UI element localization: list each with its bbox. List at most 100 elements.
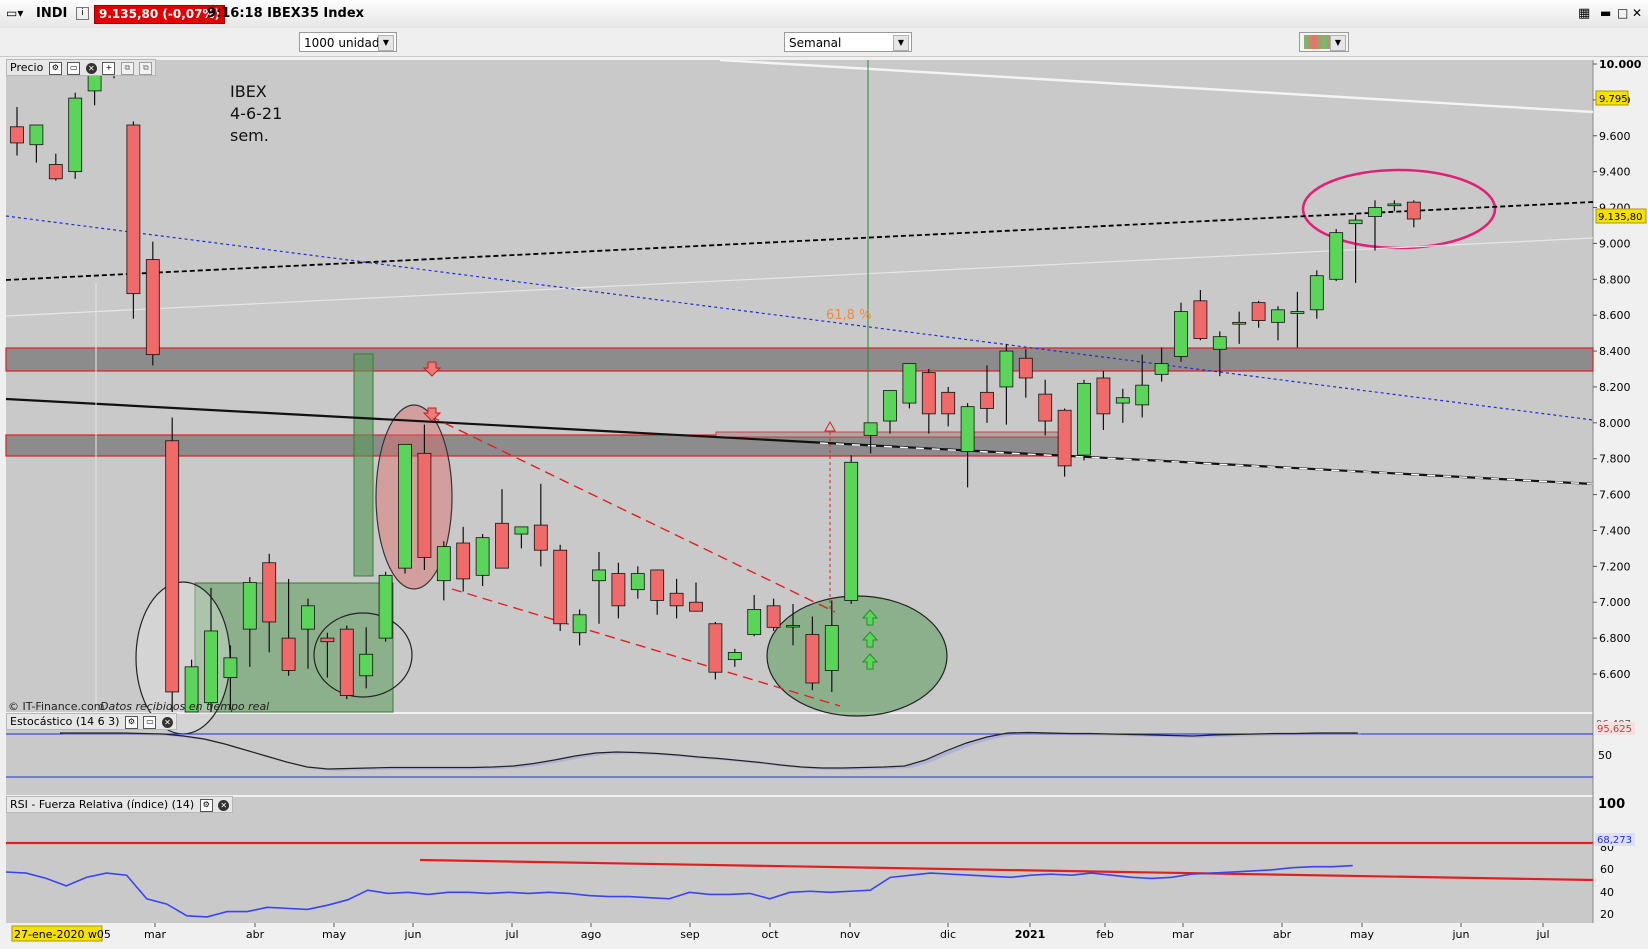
annotation-line-2: 4-6-21: [230, 104, 282, 123]
copy-icon[interactable]: ⧉: [120, 61, 134, 75]
candle-body: [1290, 311, 1305, 314]
keyboard-icon[interactable]: ▦: [1578, 6, 1590, 21]
candle-body: [1387, 203, 1402, 207]
candle-body: [960, 406, 975, 452]
candle-body: [1193, 300, 1208, 339]
rsi-panel-bg: [6, 797, 1593, 923]
price-tick-label: 8.800: [1599, 273, 1631, 286]
fib-label: 61,8 %: [826, 308, 871, 323]
wrench-icon[interactable]: ⚙: [199, 798, 213, 812]
candle-body: [1115, 397, 1130, 404]
candle-body: [456, 542, 471, 580]
candle-body: [339, 628, 354, 696]
rsi-tick-40: 40: [1600, 886, 1614, 899]
stoch-tick-50: 50: [1598, 749, 1612, 762]
candle-body: [48, 164, 63, 180]
candle-body: [475, 537, 490, 576]
close-icon[interactable]: ✕: [161, 716, 173, 728]
plus-icon[interactable]: +: [102, 61, 116, 75]
info-icon[interactable]: i: [76, 7, 89, 20]
close-icon[interactable]: ✕: [218, 799, 230, 811]
price-tick-label: 8.400: [1599, 345, 1631, 358]
candle-body: [1135, 384, 1150, 406]
candle-body: [883, 390, 897, 422]
price-tick-label: 10.000: [1599, 58, 1642, 71]
candle-body: [805, 634, 820, 684]
candle-body: [223, 657, 238, 678]
minimize-icon[interactable]: ▬: [1600, 6, 1611, 20]
toolbar: 1000 unidades ▼ Semanal ▼ ▼: [0, 28, 1648, 57]
price-tick-label: 7.000: [1599, 596, 1631, 609]
price-tick-label: 7.600: [1599, 489, 1631, 502]
candle-body: [1096, 377, 1111, 415]
annotation-line-1: IBEX: [230, 82, 267, 101]
candle-body: [29, 124, 44, 146]
time-and-index: 9:16:18 IBEX35 Index: [207, 6, 365, 21]
candle-body: [1348, 219, 1363, 225]
last-price-badge: 9.135,80 (-0,07%): [94, 5, 225, 24]
candle-body: [747, 609, 762, 635]
price-tick-label: 9.600: [1599, 130, 1631, 143]
window-icon[interactable]: ▭: [67, 61, 81, 75]
candle-body: [398, 443, 412, 569]
candle-body: [262, 562, 277, 623]
candle-body: [281, 637, 296, 671]
candle-body: [1174, 311, 1188, 357]
period-select-value: Semanal: [789, 36, 842, 50]
annotation-line-3: sem.: [230, 126, 269, 145]
resistance-band-8400: [5, 347, 1594, 372]
x-axis-label: jul: [504, 928, 518, 941]
chart-type-button[interactable]: ▼: [1299, 32, 1349, 52]
candle-body: [1057, 409, 1072, 467]
instrument-label[interactable]: INDI: [36, 6, 67, 21]
rsi-marker-value: 68,273: [1597, 835, 1632, 846]
candle-body: [572, 614, 587, 634]
period-select[interactable]: Semanal ▼: [784, 32, 912, 52]
stochastic-panel-label: Estocástico (14 6 3): [10, 715, 120, 728]
chevron-down-icon: ▼: [1330, 35, 1346, 51]
candle-body: [320, 637, 335, 643]
x-axis-label: jul: [1535, 928, 1549, 941]
candle-body: [999, 350, 1014, 388]
window-menu-icon[interactable]: ▭▾: [6, 6, 23, 20]
candle-body: [1271, 309, 1285, 323]
wrench-icon[interactable]: ⚙: [124, 715, 138, 729]
rsi-panel-label: RSI - Fuerza Relativa (índice) (14): [10, 798, 195, 811]
candle-body: [921, 372, 936, 415]
candle-body: [1154, 363, 1169, 375]
candle-body: [708, 623, 723, 673]
rsi-panel-header: RSI - Fuerza Relativa (índice) (14) ⚙ ✕: [6, 796, 234, 813]
close-icon[interactable]: ✕: [85, 62, 97, 74]
x-axis-label: abr: [1273, 928, 1292, 941]
x-axis-label: abr: [246, 928, 265, 941]
band-overlay: [715, 431, 1067, 438]
paste-icon[interactable]: ⧉: [139, 61, 153, 75]
ellipse-green-oct: [766, 595, 948, 717]
stochastic-panel-header: Estocástico (14 6 3) ⚙ ▭ ✕: [6, 713, 177, 730]
candle-body: [1212, 336, 1227, 350]
window-icon[interactable]: ▭: [143, 715, 157, 729]
maximize-icon[interactable]: □: [1617, 6, 1628, 20]
candle-body: [1368, 207, 1382, 217]
candle-body: [165, 440, 180, 693]
x-axis-label: sep: [680, 928, 699, 941]
candle-body: [650, 569, 665, 601]
rsi-tick-60: 60: [1600, 863, 1614, 876]
x-axis-label: mar: [144, 928, 166, 941]
candle-body: [824, 625, 839, 671]
watermark-status: Datos recibidos en tiempo real: [100, 700, 269, 713]
candle-body: [10, 126, 24, 144]
close-icon[interactable]: ✕: [1632, 6, 1642, 20]
candle-body: [1251, 302, 1266, 321]
price-tick-label: 6.800: [1599, 632, 1631, 645]
stochastic-panel-bg: [6, 714, 1593, 795]
price-panel-label: Precio: [10, 61, 44, 74]
price-tick-label: 7.400: [1599, 524, 1631, 537]
chart-area: IBEX 4-6-21 sem. 61,8 % © IT-Finance.com…: [0, 56, 1648, 945]
candle-body: [941, 391, 956, 415]
wrench-icon[interactable]: ⚙: [48, 61, 62, 75]
x-axis-label: jun: [404, 928, 422, 941]
x-axis-label: may: [1350, 928, 1374, 941]
price-tick-label: 8.600: [1599, 309, 1631, 322]
units-select[interactable]: 1000 unidades ▼: [299, 32, 397, 52]
